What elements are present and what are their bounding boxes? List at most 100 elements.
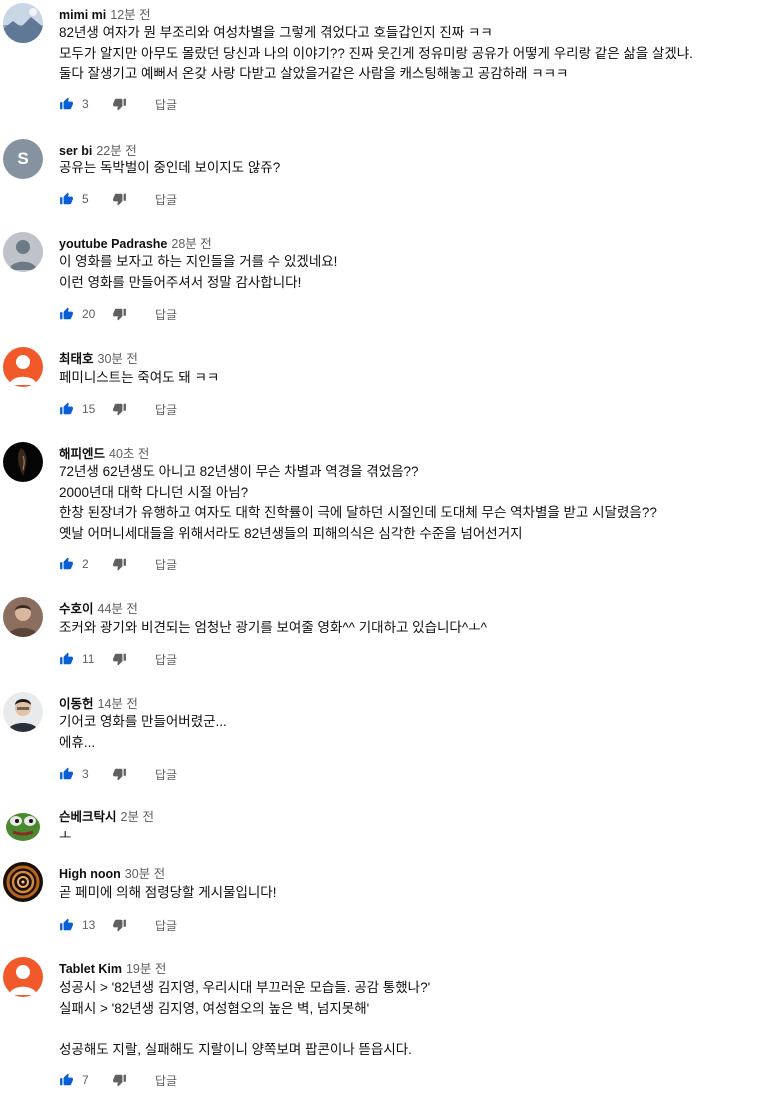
like-button[interactable] — [59, 767, 74, 781]
like-button[interactable] — [59, 557, 74, 571]
comment-actions: 20 답글 — [59, 304, 177, 324]
comment-line: 페미니스트는 죽여도 돼 ㅋㅋ — [59, 370, 220, 385]
like-count: 3 — [82, 767, 89, 781]
comment-author[interactable]: 최태호 — [59, 352, 94, 366]
comment-time[interactable]: 2분 전 — [121, 810, 154, 824]
comment-time[interactable]: 12분 전 — [110, 8, 150, 22]
thumbs-up-icon — [60, 767, 73, 780]
dislike-button[interactable] — [112, 402, 127, 416]
thumbs-up-icon — [60, 918, 73, 931]
comment-time[interactable]: 22분 전 — [96, 144, 136, 158]
comment-actions: 15 답글 — [59, 399, 177, 419]
dislike-button[interactable] — [112, 97, 127, 111]
reply-button[interactable]: 답글 — [155, 651, 177, 668]
like-count: 15 — [82, 402, 96, 416]
thumbs-up-icon — [60, 192, 73, 205]
comment-text: 72년생 62년생도 아니고 82년생이 무슨 차별과 역경을 겪었음?? 20… — [59, 462, 657, 544]
comment-time[interactable]: 40초 전 — [109, 447, 149, 461]
like-button[interactable] — [59, 307, 74, 321]
comment-time[interactable]: 30분 전 — [125, 867, 165, 881]
comment-actions: 2 답글 — [59, 554, 177, 574]
like-count: 13 — [82, 918, 96, 932]
comment-line: 곧 페미에 의해 점령당할 게시물입니다! — [59, 885, 277, 900]
reply-button[interactable]: 답글 — [155, 556, 177, 573]
like-button[interactable] — [59, 918, 74, 932]
like-button[interactable] — [59, 1073, 74, 1087]
thumbs-up-icon — [60, 557, 73, 570]
comment-author[interactable]: ser bi — [59, 144, 92, 158]
comment-text: 성공시 > '82년생 김지영, 우리시대 부끄러운 모습들. 공감 통했나?'… — [59, 978, 430, 1060]
comment-time[interactable]: 28분 전 — [171, 237, 211, 251]
like-count: 7 — [82, 1073, 89, 1087]
comment-actions: 7 답글 — [59, 1070, 177, 1090]
thumbs-down-icon — [113, 558, 126, 571]
thumbs-down-icon — [113, 768, 126, 781]
dislike-button[interactable] — [112, 767, 127, 781]
like-button[interactable] — [59, 652, 74, 666]
comment-author[interactable]: mimi mi — [59, 8, 106, 22]
comment-actions: 11 답글 — [59, 649, 177, 669]
comment-line: ㅗ — [59, 828, 72, 843]
dislike-button[interactable] — [112, 557, 127, 571]
avatar[interactable] — [3, 862, 43, 902]
like-button[interactable] — [59, 402, 74, 416]
comment-time[interactable]: 14분 전 — [98, 697, 138, 711]
comment-text: 공유는 독박벌이 중인데 보이지도 않쥬? — [59, 158, 280, 179]
reply-button[interactable]: 답글 — [155, 766, 177, 783]
dislike-button[interactable] — [112, 192, 127, 206]
comment-actions: 3 답글 — [59, 764, 177, 784]
comment-text: 82년생 여자가 뭔 부조리와 여성차별을 그렇게 겪었다고 호들갑인지 진짜 … — [59, 23, 693, 85]
comment-author[interactable]: Tablet Kim — [59, 962, 122, 976]
comment-line: 실패시 > '82년생 김지영, 여성혐오의 높은 벽, 넘지못해' — [59, 1000, 370, 1016]
comment-author[interactable]: 슨베크탁시 — [59, 810, 117, 824]
comment-text: 기어코 영화를 만들어버렸군... 에휴... — [59, 712, 227, 753]
reply-button[interactable]: 답글 — [155, 1072, 177, 1089]
comment-line: 공유는 독박벌이 중인데 보이지도 않쥬? — [59, 160, 281, 175]
avatar[interactable] — [3, 805, 43, 845]
comment-line: 한창 된장녀가 유행하고 여자도 대학 진학률이 극에 달하던 시절인데 도대체… — [59, 505, 657, 520]
comment-line: 성공해도 지랄, 실패해도 지랄이니 양쪽보며 팝콘이나 뜯읍시다. — [59, 1041, 412, 1057]
comment-time[interactable]: 44분 전 — [98, 602, 138, 616]
reply-button[interactable]: 답글 — [155, 96, 177, 113]
reply-button[interactable]: 답글 — [155, 917, 177, 934]
comment-actions: 13 답글 — [59, 915, 177, 935]
avatar[interactable] — [3, 232, 43, 272]
dislike-button[interactable] — [112, 652, 127, 666]
comment-author[interactable]: 이동헌 — [59, 697, 94, 711]
comment-text: 이 영화를 보자고 하는 지인들을 거를 수 있겠네요! 이런 영화를 만들어주… — [59, 252, 337, 293]
reply-button[interactable]: 답글 — [155, 191, 177, 208]
like-button[interactable] — [59, 192, 74, 206]
comment-line — [59, 1019, 430, 1040]
reply-button[interactable]: 답글 — [155, 306, 177, 323]
avatar[interactable] — [3, 597, 43, 637]
like-count: 3 — [82, 97, 89, 111]
reply-button[interactable]: 답글 — [155, 401, 177, 418]
comment-time[interactable]: 30분 전 — [98, 352, 138, 366]
comment-line: 둘다 잘생기고 예뻐서 온갖 사랑 다받고 살았을거같은 사람을 캐스팅해놓고 … — [59, 66, 569, 81]
comment-time[interactable]: 19분 전 — [126, 962, 166, 976]
comment-line: 82년생 여자가 뭔 부조리와 여성차별을 그렇게 겪었다고 호들갑인지 진짜 … — [59, 25, 493, 40]
comment-author[interactable]: High noon — [59, 867, 121, 881]
avatar[interactable] — [3, 347, 43, 387]
dislike-button[interactable] — [112, 307, 127, 321]
avatar[interactable] — [3, 442, 43, 482]
avatar[interactable]: S — [3, 139, 43, 179]
dislike-button[interactable] — [112, 918, 127, 932]
thumbs-up-icon — [60, 1073, 73, 1086]
comment-line: 72년생 62년생도 아니고 82년생이 무슨 차별과 역경을 겪었음?? — [59, 464, 419, 479]
comment-author[interactable]: youtube Padrashe — [59, 237, 167, 251]
thumbs-down-icon — [113, 1074, 126, 1087]
like-button[interactable] — [59, 97, 74, 111]
comment-line: 성공시 > '82년생 김지영, 우리시대 부끄러운 모습들. 공감 통했나?' — [59, 980, 431, 995]
like-count: 2 — [82, 557, 89, 571]
avatar-letter: S — [17, 149, 29, 168]
avatar[interactable] — [3, 692, 43, 732]
like-count: 5 — [82, 192, 89, 206]
comment-line: 이런 영화를 만들어주셔서 정말 감사합니다! — [59, 274, 302, 290]
avatar[interactable] — [3, 957, 43, 997]
comment-author[interactable]: 수호이 — [59, 602, 94, 616]
dislike-button[interactable] — [112, 1073, 127, 1087]
comment-author[interactable]: 해피엔드 — [59, 447, 105, 461]
avatar[interactable] — [3, 3, 43, 43]
like-count: 11 — [82, 652, 95, 666]
